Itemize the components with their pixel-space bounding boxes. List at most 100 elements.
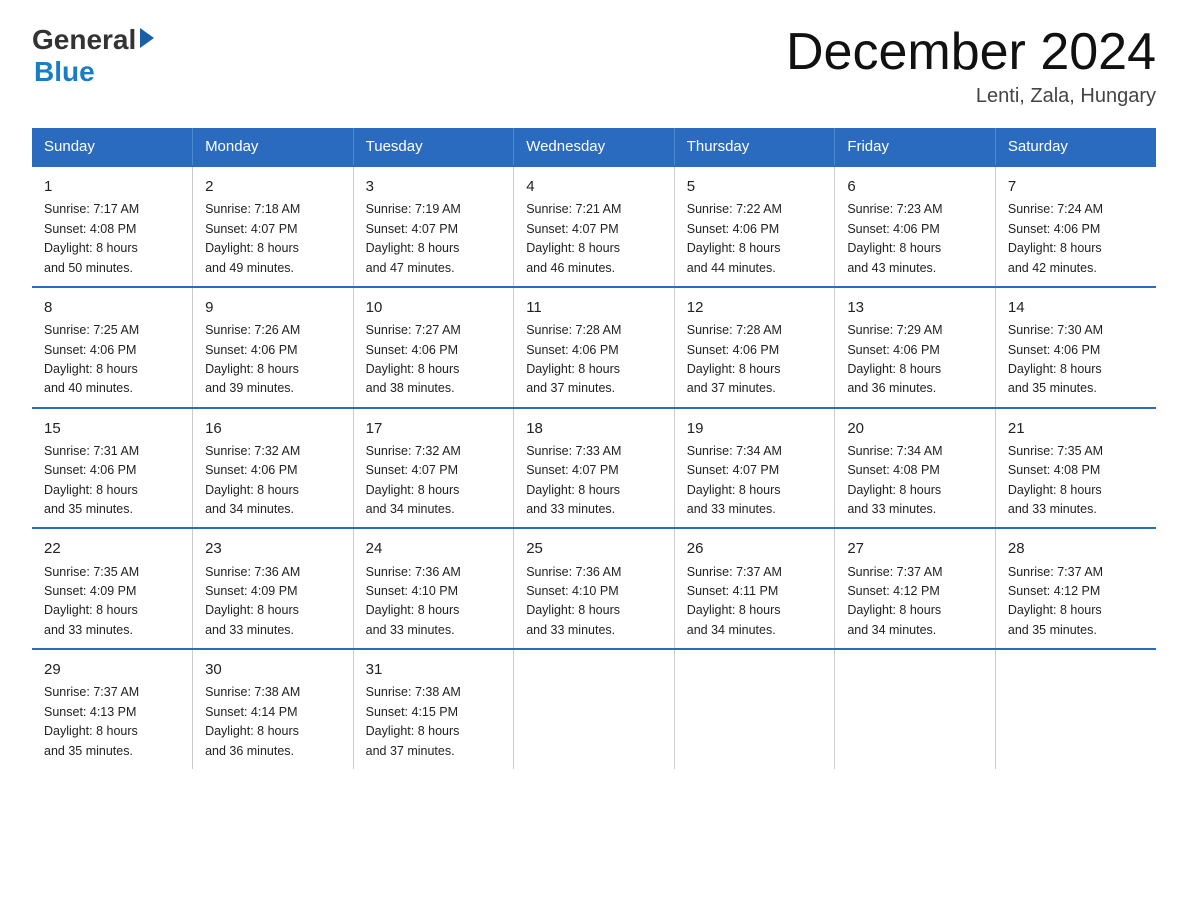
calendar-cell	[835, 649, 996, 769]
day-number: 7	[1008, 175, 1144, 198]
calendar-cell: 25 Sunrise: 7:36 AM Sunset: 4:10 PM Dayli…	[514, 528, 675, 649]
calendar-cell: 20Sunrise: 7:34 AM Sunset: 4:08 PM Dayli…	[835, 408, 996, 529]
header-sunday: Sunday	[32, 128, 193, 166]
day-number: 28	[1008, 537, 1144, 560]
calendar-week-row: 29Sunrise: 7:37 AM Sunset: 4:13 PM Dayli…	[32, 649, 1156, 769]
day-number: 27	[847, 537, 983, 560]
day-info: Sunrise: 7:17 AM Sunset: 4:08 PM Dayligh…	[44, 200, 180, 278]
day-info: Sunrise: 7:35 AM Sunset: 4:09 PM Dayligh…	[44, 563, 180, 641]
header-saturday: Saturday	[995, 128, 1156, 166]
logo-general-text: General	[32, 24, 136, 56]
day-number: 15	[44, 417, 180, 440]
calendar-cell: 27 Sunrise: 7:37 AM Sunset: 4:12 PM Dayli…	[835, 528, 996, 649]
day-number: 4	[526, 175, 662, 198]
day-number: 29	[44, 658, 180, 681]
day-number: 24	[366, 537, 502, 560]
day-number: 8	[44, 296, 180, 319]
day-info: Sunrise: 7:37 AM Sunset: 4:13 PM Dayligh…	[44, 683, 180, 761]
day-number: 23	[205, 537, 341, 560]
calendar-cell: 8Sunrise: 7:25 AM Sunset: 4:06 PM Daylig…	[32, 287, 193, 408]
calendar-cell: 4Sunrise: 7:21 AM Sunset: 4:07 PM Daylig…	[514, 166, 675, 287]
calendar-cell: 15Sunrise: 7:31 AM Sunset: 4:06 PM Dayli…	[32, 408, 193, 529]
calendar-cell: 22 Sunrise: 7:35 AM Sunset: 4:09 PM Dayli…	[32, 528, 193, 649]
day-number: 22	[44, 537, 180, 560]
calendar-header-row: SundayMondayTuesdayWednesdayThursdayFrid…	[32, 128, 1156, 166]
day-info: Sunrise: 7:33 AM Sunset: 4:07 PM Dayligh…	[526, 442, 662, 520]
calendar-cell: 12Sunrise: 7:28 AM Sunset: 4:06 PM Dayli…	[674, 287, 835, 408]
day-info: Sunrise: 7:36 AM Sunset: 4:10 PM Dayligh…	[526, 563, 662, 641]
calendar-cell	[674, 649, 835, 769]
calendar-cell: 2Sunrise: 7:18 AM Sunset: 4:07 PM Daylig…	[193, 166, 354, 287]
day-number: 14	[1008, 296, 1144, 319]
title-area: December 2024 Lenti, Zala, Hungary	[786, 24, 1156, 108]
day-info: Sunrise: 7:21 AM Sunset: 4:07 PM Dayligh…	[526, 200, 662, 278]
header-friday: Friday	[835, 128, 996, 166]
calendar-cell: 13Sunrise: 7:29 AM Sunset: 4:06 PM Dayli…	[835, 287, 996, 408]
day-info: Sunrise: 7:28 AM Sunset: 4:06 PM Dayligh…	[687, 321, 823, 399]
header-wednesday: Wednesday	[514, 128, 675, 166]
day-info: Sunrise: 7:28 AM Sunset: 4:06 PM Dayligh…	[526, 321, 662, 399]
day-info: Sunrise: 7:38 AM Sunset: 4:14 PM Dayligh…	[205, 683, 341, 761]
day-info: Sunrise: 7:37 AM Sunset: 4:12 PM Dayligh…	[847, 563, 983, 641]
location-subtitle: Lenti, Zala, Hungary	[786, 85, 1156, 108]
calendar-cell: 14Sunrise: 7:30 AM Sunset: 4:06 PM Dayli…	[995, 287, 1156, 408]
calendar-cell: 3Sunrise: 7:19 AM Sunset: 4:07 PM Daylig…	[353, 166, 514, 287]
calendar-cell: 23 Sunrise: 7:36 AM Sunset: 4:09 PM Dayli…	[193, 528, 354, 649]
day-info: Sunrise: 7:19 AM Sunset: 4:07 PM Dayligh…	[366, 200, 502, 278]
calendar-cell: 24 Sunrise: 7:36 AM Sunset: 4:10 PM Dayli…	[353, 528, 514, 649]
day-number: 6	[847, 175, 983, 198]
calendar-cell: 19Sunrise: 7:34 AM Sunset: 4:07 PM Dayli…	[674, 408, 835, 529]
calendar-week-row: 8Sunrise: 7:25 AM Sunset: 4:06 PM Daylig…	[32, 287, 1156, 408]
day-info: Sunrise: 7:37 AM Sunset: 4:11 PM Dayligh…	[687, 563, 823, 641]
day-number: 13	[847, 296, 983, 319]
day-info: Sunrise: 7:29 AM Sunset: 4:06 PM Dayligh…	[847, 321, 983, 399]
day-number: 5	[687, 175, 823, 198]
day-info: Sunrise: 7:32 AM Sunset: 4:07 PM Dayligh…	[366, 442, 502, 520]
calendar-cell	[514, 649, 675, 769]
logo-arrow-icon	[140, 28, 154, 48]
calendar-week-row: 22 Sunrise: 7:35 AM Sunset: 4:09 PM Dayli…	[32, 528, 1156, 649]
day-info: Sunrise: 7:22 AM Sunset: 4:06 PM Dayligh…	[687, 200, 823, 278]
calendar-cell: 10Sunrise: 7:27 AM Sunset: 4:06 PM Dayli…	[353, 287, 514, 408]
calendar-cell: 6Sunrise: 7:23 AM Sunset: 4:06 PM Daylig…	[835, 166, 996, 287]
day-number: 26	[687, 537, 823, 560]
day-info: Sunrise: 7:36 AM Sunset: 4:10 PM Dayligh…	[366, 563, 502, 641]
day-info: Sunrise: 7:36 AM Sunset: 4:09 PM Dayligh…	[205, 563, 341, 641]
day-number: 16	[205, 417, 341, 440]
day-info: Sunrise: 7:34 AM Sunset: 4:08 PM Dayligh…	[847, 442, 983, 520]
calendar-cell: 29Sunrise: 7:37 AM Sunset: 4:13 PM Dayli…	[32, 649, 193, 769]
calendar-cell: 30Sunrise: 7:38 AM Sunset: 4:14 PM Dayli…	[193, 649, 354, 769]
day-info: Sunrise: 7:25 AM Sunset: 4:06 PM Dayligh…	[44, 321, 180, 399]
header-thursday: Thursday	[674, 128, 835, 166]
calendar-cell: 28 Sunrise: 7:37 AM Sunset: 4:12 PM Dayli…	[995, 528, 1156, 649]
day-number: 19	[687, 417, 823, 440]
calendar-cell: 18Sunrise: 7:33 AM Sunset: 4:07 PM Dayli…	[514, 408, 675, 529]
day-number: 9	[205, 296, 341, 319]
calendar-cell	[995, 649, 1156, 769]
calendar-table: SundayMondayTuesdayWednesdayThursdayFrid…	[32, 128, 1156, 769]
calendar-cell: 5Sunrise: 7:22 AM Sunset: 4:06 PM Daylig…	[674, 166, 835, 287]
day-number: 3	[366, 175, 502, 198]
day-number: 18	[526, 417, 662, 440]
calendar-cell: 11Sunrise: 7:28 AM Sunset: 4:06 PM Dayli…	[514, 287, 675, 408]
day-number: 10	[366, 296, 502, 319]
day-number: 11	[526, 296, 662, 319]
day-number: 1	[44, 175, 180, 198]
day-info: Sunrise: 7:37 AM Sunset: 4:12 PM Dayligh…	[1008, 563, 1144, 641]
logo: General Blue	[32, 24, 154, 88]
day-info: Sunrise: 7:32 AM Sunset: 4:06 PM Dayligh…	[205, 442, 341, 520]
page-header: General Blue December 2024 Lenti, Zala, …	[32, 24, 1156, 108]
day-info: Sunrise: 7:35 AM Sunset: 4:08 PM Dayligh…	[1008, 442, 1144, 520]
calendar-cell: 21Sunrise: 7:35 AM Sunset: 4:08 PM Dayli…	[995, 408, 1156, 529]
day-info: Sunrise: 7:24 AM Sunset: 4:06 PM Dayligh…	[1008, 200, 1144, 278]
day-number: 25	[526, 537, 662, 560]
day-number: 30	[205, 658, 341, 681]
day-number: 12	[687, 296, 823, 319]
day-number: 21	[1008, 417, 1144, 440]
calendar-week-row: 1Sunrise: 7:17 AM Sunset: 4:08 PM Daylig…	[32, 166, 1156, 287]
day-number: 17	[366, 417, 502, 440]
day-number: 2	[205, 175, 341, 198]
calendar-cell: 26 Sunrise: 7:37 AM Sunset: 4:11 PM Dayli…	[674, 528, 835, 649]
day-info: Sunrise: 7:38 AM Sunset: 4:15 PM Dayligh…	[366, 683, 502, 761]
calendar-cell: 9Sunrise: 7:26 AM Sunset: 4:06 PM Daylig…	[193, 287, 354, 408]
